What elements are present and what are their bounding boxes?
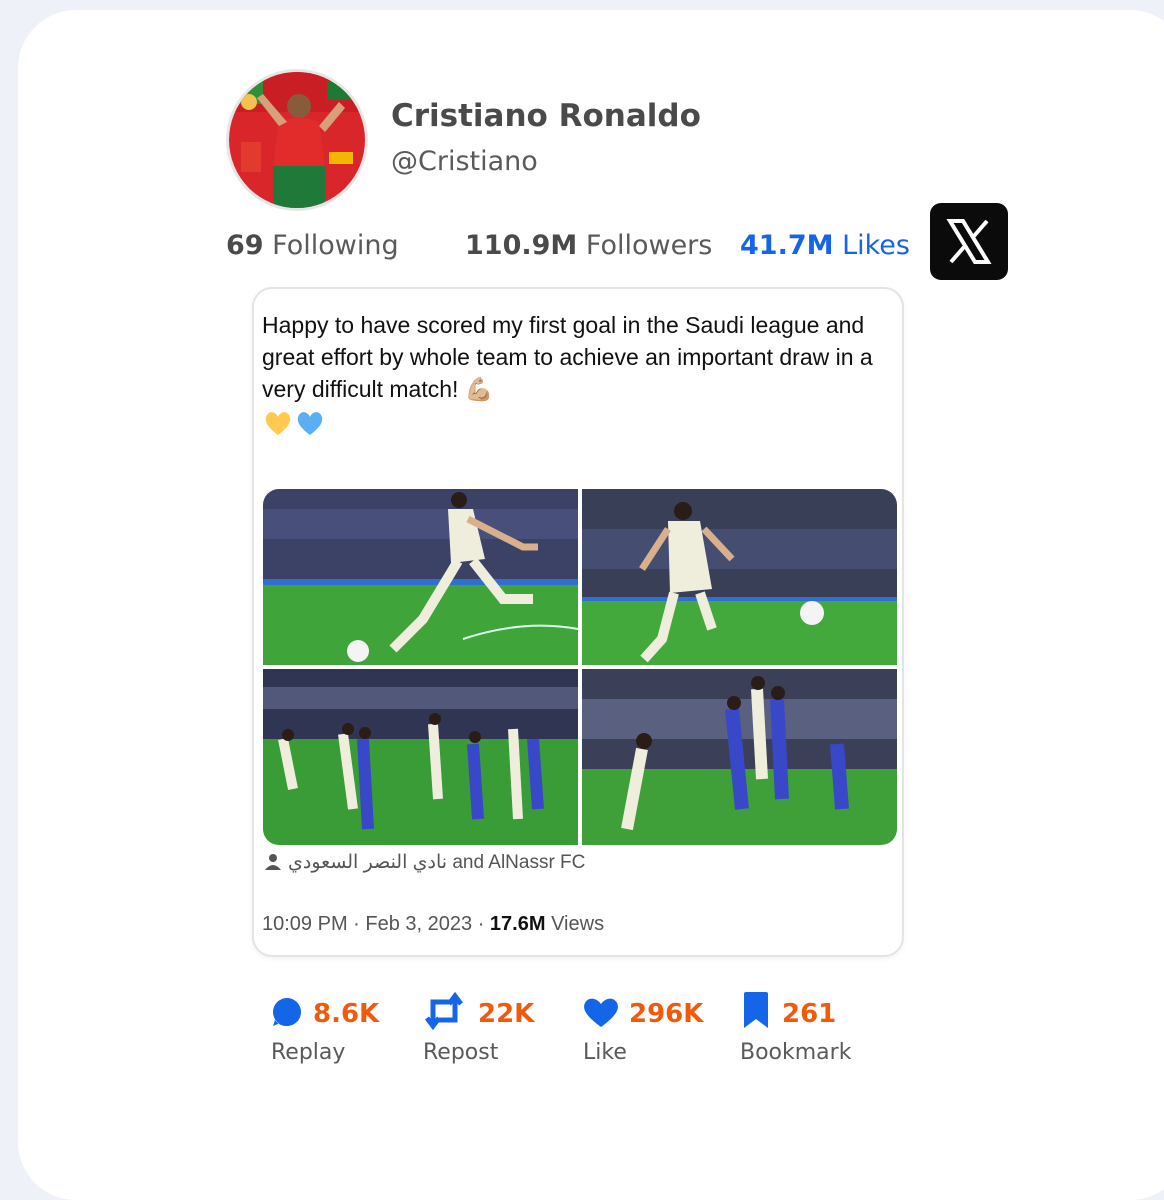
repost-icon: [425, 992, 463, 1030]
likes-label: Likes: [842, 230, 910, 261]
reply-label: Replay: [271, 1040, 346, 1065]
tweet-time: 10:09 PM: [262, 913, 348, 935]
like-label: Like: [583, 1040, 627, 1065]
avatar[interactable]: [226, 69, 368, 211]
bookmark-count: 261: [782, 999, 837, 1029]
profile-name: Cristiano Ronaldo: [391, 98, 701, 134]
tweet-photo-grid[interactable]: [263, 489, 897, 845]
person-icon: [264, 853, 282, 877]
views-count: 17.6M: [489, 913, 546, 935]
followers-label: Followers: [585, 230, 713, 261]
tweet-card[interactable]: Happy to have scored my first goal in th…: [252, 287, 904, 957]
likes-count: 41.7M: [740, 230, 834, 261]
following-stat[interactable]: 69 Following: [226, 230, 399, 261]
tweet-photo-2[interactable]: [582, 489, 897, 665]
repost-label: Repost: [423, 1040, 499, 1065]
tweet-meta: 10:09 PM · Feb 3, 2023 · 17.6M Views: [262, 913, 605, 935]
repost-count: 22K: [478, 999, 535, 1029]
tagged-users[interactable]: نادي النصر السعودي and AlNassr FC: [264, 851, 585, 877]
following-label: Following: [272, 230, 399, 261]
tweet-emojis: [263, 409, 327, 443]
tagged-text: نادي النصر السعودي and AlNassr FC: [288, 852, 586, 873]
likes-stat[interactable]: 41.7M Likes: [740, 230, 910, 261]
profile-handle[interactable]: @Cristiano: [391, 146, 538, 177]
views-label: Views: [551, 913, 605, 935]
followers-count: 110.9M: [465, 230, 578, 261]
tweet-date[interactable]: Feb 3, 2023: [365, 913, 472, 935]
following-count: 69: [226, 230, 264, 261]
tweet-text: Happy to have scored my first goal in th…: [262, 312, 873, 402]
tweet-photo-3[interactable]: [263, 669, 578, 845]
followers-stat[interactable]: 110.9M Followers: [465, 230, 712, 261]
reply-count: 8.6K: [313, 999, 380, 1029]
reply-icon: [273, 998, 301, 1026]
bookmark-icon: [744, 992, 768, 1028]
heart-emojis-icon: [265, 412, 323, 435]
like-count: 296K: [629, 999, 704, 1029]
tweet-photo-4[interactable]: [582, 669, 897, 845]
x-logo-icon[interactable]: [930, 203, 1008, 280]
bookmark-label: Bookmark: [740, 1040, 852, 1065]
tweet-photo-1[interactable]: [263, 489, 578, 665]
heart-icon: [584, 998, 618, 1027]
